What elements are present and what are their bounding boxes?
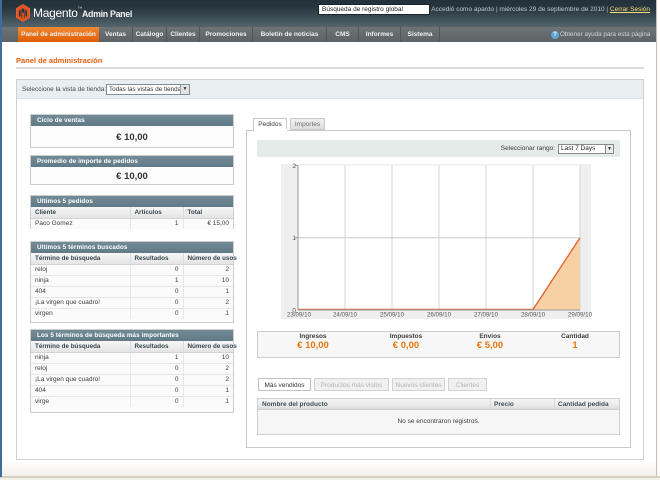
svg-text:1: 1 xyxy=(292,235,296,242)
svg-text:29/09/10: 29/09/10 xyxy=(568,312,593,319)
svg-text:27/09/10: 27/09/10 xyxy=(474,312,499,319)
svg-text:25/09/10: 25/09/10 xyxy=(380,312,405,319)
svg-text:26/09/10: 26/09/10 xyxy=(427,312,452,319)
svg-text:2: 2 xyxy=(292,163,296,170)
svg-text:28/09/10: 28/09/10 xyxy=(521,312,546,319)
svg-text:24/09/10: 24/09/10 xyxy=(333,312,358,319)
svg-text:23/09/10: 23/09/10 xyxy=(287,312,312,319)
